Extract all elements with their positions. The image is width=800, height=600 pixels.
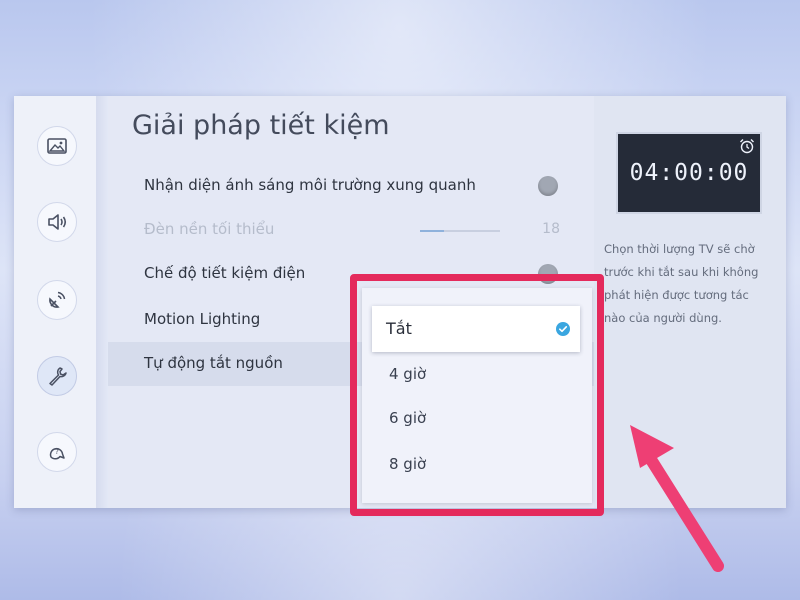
option-label: 4 giờ	[389, 365, 427, 383]
timer-text: 04:00:00	[629, 160, 749, 186]
dropdown-option-8h[interactable]: 8 giờ	[372, 442, 580, 488]
backlight-value: 18	[542, 221, 560, 237]
alarm-clock-icon	[740, 139, 754, 154]
dropdown-option-4h[interactable]: 4 giờ	[372, 352, 580, 398]
menu-item-label: Chế độ tiết kiệm điện	[144, 264, 306, 282]
sidebar-item-general[interactable]	[37, 356, 77, 396]
sidebar-item-support[interactable]: ?	[37, 432, 77, 472]
broadcast-icon	[49, 291, 66, 308]
toggle-off-icon[interactable]	[538, 176, 558, 196]
svg-text:?: ?	[55, 448, 59, 456]
option-label: Tắt	[386, 319, 412, 338]
menu-item-label: Tự động tắt nguồn	[144, 354, 283, 372]
page-title: Giải pháp tiết kiệm	[132, 110, 390, 141]
checkmark-icon	[556, 322, 570, 336]
timer-display: 04:00:00	[616, 132, 762, 214]
picture-icon	[47, 138, 67, 154]
option-label: 6 giờ	[389, 409, 427, 427]
dropdown-option-6h[interactable]: 6 giờ	[372, 396, 580, 442]
option-label: 8 giờ	[389, 455, 427, 473]
sidebar-item-picture[interactable]	[37, 126, 77, 166]
menu-item-label: Motion Lighting	[144, 310, 261, 328]
menu-item-min-backlight: Đèn nền tối thiểu 18	[108, 208, 594, 252]
dropdown-option-off[interactable]: Tắt	[372, 306, 580, 352]
info-description: Chọn thời lượng TV sẽ chờ trước khi tắt …	[604, 242, 759, 325]
menu-item-label: Đèn nền tối thiểu	[144, 220, 275, 238]
backlight-slider	[420, 230, 500, 232]
backlight-slider-fill	[420, 230, 444, 232]
sidebar-item-sound[interactable]	[37, 202, 77, 242]
auto-power-off-dropdown[interactable]: Tắt 4 giờ 6 giờ 8 giờ	[362, 288, 592, 503]
sound-icon	[48, 214, 67, 230]
menu-item-ambient-light[interactable]: Nhận diện ánh sáng môi trường xung quanh	[108, 164, 594, 208]
sidebar-item-broadcast[interactable]	[37, 280, 77, 320]
wrench-icon	[49, 367, 67, 386]
support-icon: ?	[49, 447, 65, 460]
menu-item-label: Nhận diện ánh sáng môi trường xung quanh	[144, 176, 476, 194]
sidebar-divider	[96, 96, 108, 508]
